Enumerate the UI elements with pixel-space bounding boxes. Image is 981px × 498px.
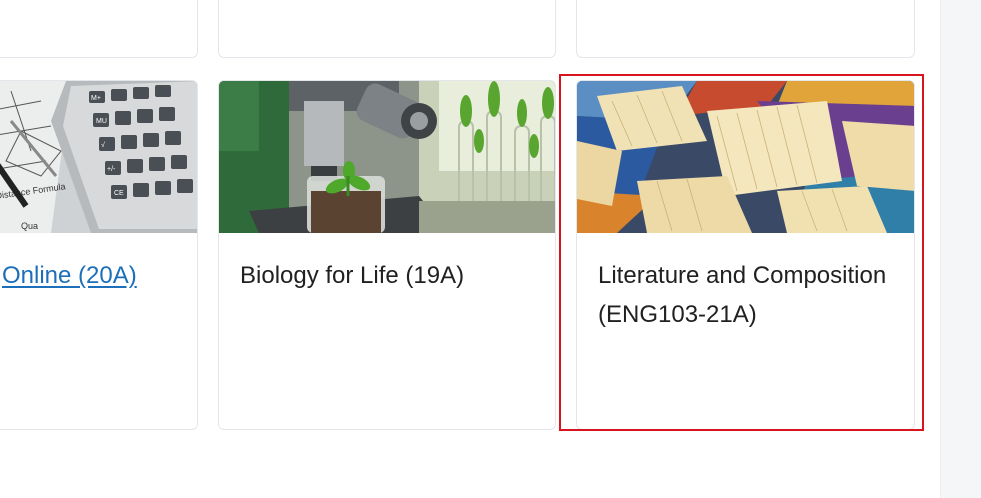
course-card-literature[interactable]: Literature and Composition (ENG103-21A) — [576, 80, 915, 430]
course-card-above-1[interactable] — [0, 0, 198, 58]
svg-text:CE: CE — [114, 190, 124, 197]
course-card-above-2[interactable] — [218, 0, 556, 58]
svg-text:M+: M+ — [91, 95, 101, 102]
right-rail — [940, 0, 981, 498]
course-grid-page: Distance Formula Qua M+ MU √ +/- CE Onli… — [0, 0, 981, 498]
calculator-math-image: Distance Formula Qua M+ MU √ +/- CE — [0, 81, 197, 233]
svg-text:Qua: Qua — [21, 221, 38, 231]
course-card-online[interactable]: Distance Formula Qua M+ MU √ +/- CE Onli… — [0, 80, 198, 430]
svg-text:√: √ — [101, 141, 105, 149]
course-card-biology[interactable]: Biology for Life (19A) — [218, 80, 556, 430]
course-title-link[interactable]: Online (20A) — [2, 256, 179, 295]
svg-text:MU: MU — [96, 118, 107, 125]
books-image — [577, 81, 914, 233]
course-title[interactable]: Biology for Life (19A) — [240, 256, 537, 295]
course-title[interactable]: Literature and Composition (ENG103-21A) — [598, 256, 896, 334]
svg-text:+/-: +/- — [107, 166, 116, 173]
microscope-plant-image — [219, 81, 555, 233]
course-card-above-3[interactable] — [576, 0, 915, 58]
